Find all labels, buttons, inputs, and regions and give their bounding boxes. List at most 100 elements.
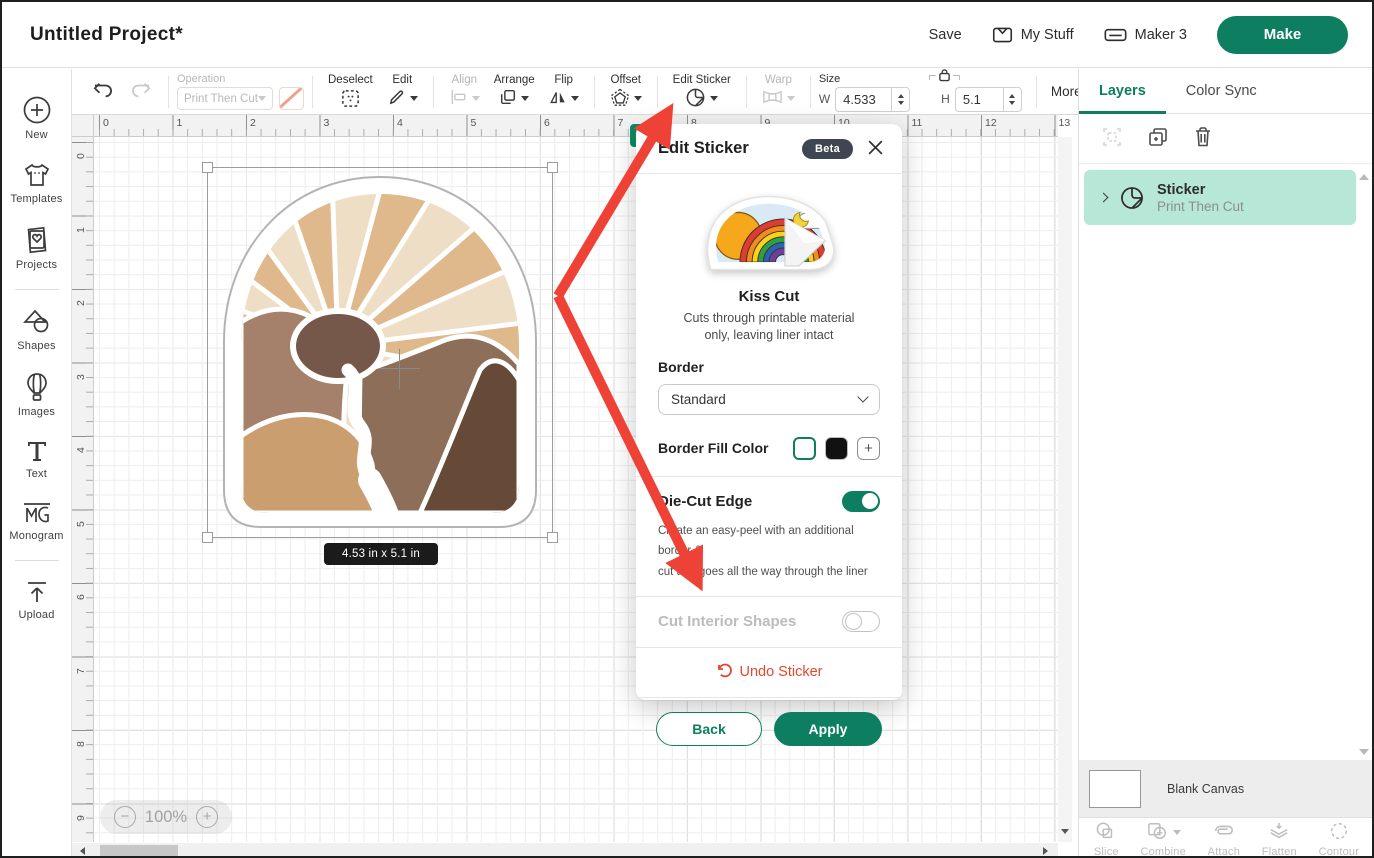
scroll-down-icon[interactable] [1061,829,1069,834]
canvas-color-swatch[interactable] [1089,770,1141,808]
black-color-swatch[interactable] [825,437,848,460]
chevron-down-icon [521,96,529,101]
blank-canvas-label: Blank Canvas [1167,782,1244,796]
ruler-number: 6 [75,586,87,600]
width-input[interactable] [835,87,891,112]
operation-color-swatch[interactable] [279,87,304,110]
border-fill-color-label: Border Fill Color [658,440,768,456]
kiss-cut-preview [636,174,902,284]
save-button[interactable]: Save [929,27,962,43]
resize-handle-top-right[interactable] [547,162,558,173]
warp-button[interactable]: Warp [755,73,802,111]
slice-button[interactable]: Slice [1094,821,1119,858]
sidebar-item-projects[interactable]: Projects [2,215,72,281]
deselect-button[interactable]: Deselect [321,73,380,111]
ruler-number: 5 [471,117,477,129]
flip-button[interactable]: Flip [542,73,586,111]
sidebar-item-text[interactable]: Text [2,428,72,490]
combine-icon [1146,821,1170,844]
combine-button[interactable]: Combine [1140,821,1185,858]
duplicate-button[interactable] [1145,124,1171,153]
offset-button[interactable]: Offset [603,73,649,111]
tab-layers[interactable]: Layers [1079,69,1166,113]
kiss-cut-description: Cuts through printable material only, le… [636,310,902,344]
chevron-right-icon[interactable] [1099,193,1109,203]
attach-button[interactable]: Attach [1208,821,1240,858]
redo-button[interactable] [122,77,160,106]
resize-handle-bottom-left[interactable] [202,532,213,543]
ruler-number: 1 [75,219,87,233]
chevron-down-icon [634,96,642,101]
make-button[interactable]: Make [1217,16,1348,54]
top-bar: Untitled Project* Save My Stuff Maker 3 … [2,2,1372,68]
resize-handle-top-left[interactable] [202,162,213,173]
zoom-control: − 100% + [100,800,232,834]
ruler-number: 6 [544,117,550,129]
edit-sticker-button[interactable]: Edit Sticker [666,73,738,111]
ruler-number: 2 [75,292,87,306]
white-color-swatch[interactable] [793,437,816,460]
sidebar-item-upload[interactable]: Upload [2,569,72,631]
project-title[interactable]: Untitled Project* [30,24,183,46]
scroll-right-icon[interactable] [1043,847,1048,855]
panel-scroll-up-icon[interactable] [1359,174,1369,180]
die-cut-edge-row: Die-Cut Edge [636,491,902,512]
zoom-level: 100% [145,808,187,827]
zoom-out-button[interactable]: − [114,806,136,828]
scrollbar-thumb[interactable] [100,845,178,857]
sticker-icon [1119,185,1145,211]
machine-button[interactable]: Maker 3 [1104,27,1187,43]
arrange-button[interactable]: Arrange [487,73,542,111]
close-icon[interactable] [865,137,886,161]
back-button[interactable]: Back [656,712,762,746]
panel-scroll-down-icon[interactable] [1359,749,1369,755]
sidebar-item-images[interactable]: Images [2,362,72,428]
zoom-in-button[interactable]: + [196,806,218,828]
layer-tools [1079,114,1374,164]
add-color-button[interactable]: + [857,437,880,460]
resize-handle-bottom-right[interactable] [547,532,558,543]
border-select[interactable]: Standard [658,384,880,415]
beta-badge: Beta [802,139,853,159]
flatten-icon-button[interactable]: Flatten [1262,821,1297,858]
deselect-label: Deselect [328,74,373,86]
size-lock[interactable] [929,68,960,87]
sidebar-item-new[interactable]: New [2,85,72,151]
group-button[interactable] [1099,124,1125,153]
contour-button[interactable]: Contour [1319,821,1360,858]
delete-button[interactable] [1191,124,1215,153]
edit-button[interactable]: Edit [380,73,425,111]
sidebar-item-shapes[interactable]: Shapes [2,298,72,362]
panel-tabs: Layers Color Sync [1079,69,1374,114]
align-button[interactable]: Align [442,73,487,111]
operation-select[interactable]: Print Then Cut [177,87,273,110]
undo-sticker-link[interactable]: Undo Sticker [636,662,902,683]
cut-interior-shapes-toggle[interactable] [842,611,880,632]
arrange-label: Arrange [494,74,535,86]
height-input[interactable] [955,87,1003,112]
pencil-icon [387,88,406,110]
width-stepper[interactable] [891,87,910,112]
die-cut-edge-toggle[interactable] [842,491,880,512]
undo-circular-icon [715,662,732,683]
tab-color-sync[interactable]: Color Sync [1166,69,1277,113]
toolbar-divider [312,76,313,108]
scroll-left-icon[interactable] [80,847,85,855]
height-stepper[interactable] [1003,87,1022,112]
layer-title: Sticker [1157,181,1244,200]
layer-row-sticker[interactable]: Sticker Print Then Cut [1084,170,1356,225]
canvas-horizontal-scrollbar[interactable] [72,843,1058,858]
sidebar-item-monogram[interactable]: Monogram [2,490,72,552]
undo-button[interactable] [84,77,122,106]
deselect-icon [340,88,361,110]
cut-interior-shapes-row: Cut Interior Shapes [636,611,902,632]
canvas-vertical-scrollbar[interactable] [1058,137,1072,842]
envelope-icon [992,26,1013,44]
sticker-artwork[interactable] [220,174,540,530]
my-stuff-button[interactable]: My Stuff [992,26,1074,44]
chevron-down-icon [1173,830,1181,835]
ruler-number: 0 [103,117,109,129]
sidebar-item-templates[interactable]: Templates [2,151,72,215]
toolbar-divider [594,76,595,108]
apply-button[interactable]: Apply [774,712,882,746]
